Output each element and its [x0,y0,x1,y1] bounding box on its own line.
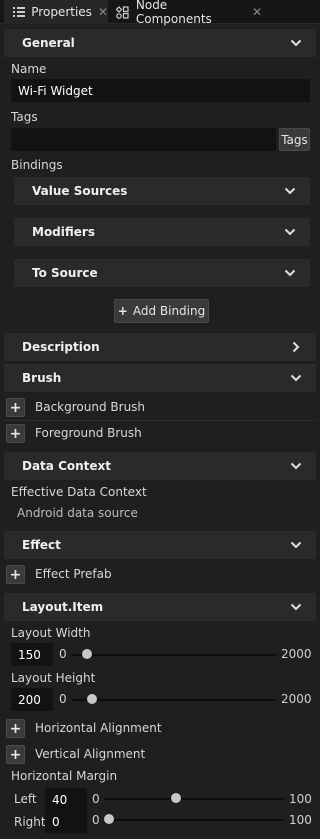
section-effect-header[interactable]: Effect [4,531,316,559]
add-binding-label: Add Binding [132,304,206,318]
slider-max: 2000 [281,647,312,661]
tab-bar: Properties ✕ Node Components ✕ [0,0,320,26]
slider-min: 0 [92,813,100,827]
modifiers-header[interactable]: Modifiers [14,218,310,246]
chevron-down-icon [284,269,296,277]
horizontal-alignment-label: Horizontal Alignment [35,721,162,735]
margin-left-label: Left [14,792,37,806]
chevron-down-icon [284,228,296,236]
tags-field[interactable] [11,128,276,151]
add-binding-button[interactable]: + Add Binding [114,299,209,323]
tab-properties-label: Properties [31,5,92,19]
layout-width-field[interactable]: 150 [11,643,53,666]
close-icon[interactable]: ✕ [98,5,108,19]
margin-left-slider[interactable] [104,798,284,800]
layout-width-label: Layout Width [11,626,91,640]
section-brush-header[interactable]: Brush [4,364,316,392]
list-icon [12,5,25,19]
layout-height-slider[interactable] [72,699,276,701]
effect-prefab-label: Effect Prefab [35,567,112,581]
name-field[interactable]: Wi-Fi Widget [11,79,310,102]
layout-height-label: Layout Height [11,671,96,685]
name-label: Name [11,62,47,76]
chevron-down-icon [290,603,302,611]
plus-icon: + [9,425,22,442]
section-data-context-header[interactable]: Data Context [4,452,316,480]
plus-icon: + [9,746,22,763]
tab-properties[interactable]: Properties ✕ [4,0,108,24]
to-source-header[interactable]: To Source [14,259,310,287]
slider-min: 0 [92,792,100,806]
add-vertical-alignment-button[interactable]: + [6,745,25,764]
value-sources-header[interactable]: Value Sources [14,177,310,205]
value-sources-label: Value Sources [32,184,128,198]
slider-max: 100 [289,792,312,806]
slider-min: 0 [59,692,67,706]
section-title: Description [22,340,100,354]
add-foreground-brush-button[interactable]: + [6,424,25,443]
plus-icon: + [9,566,22,583]
divider [4,420,316,421]
slider-min: 0 [59,647,67,661]
add-background-brush-button[interactable]: + [6,398,25,417]
chevron-down-icon [290,374,302,382]
section-description-header[interactable]: Description [4,333,316,361]
section-title: Effect [22,538,61,552]
margin-right-field[interactable]: 0 [45,810,87,833]
margin-left-field[interactable]: 40 [45,788,87,811]
components-icon [116,5,130,19]
section-title: Data Context [22,459,112,473]
slider-max: 2000 [281,692,312,706]
slider-max: 100 [289,813,312,827]
add-effect-prefab-button[interactable]: + [6,565,25,584]
margin-left-slider-knob[interactable] [171,793,181,803]
chevron-down-icon [290,39,302,47]
section-title: Layout.Item [22,600,104,614]
background-brush-label: Background Brush [35,400,146,414]
layout-height-slider-knob[interactable] [87,694,98,704]
section-title: Brush [22,371,62,385]
close-icon[interactable]: ✕ [252,5,262,19]
layout-width-slider[interactable] [72,654,276,656]
vertical-alignment-label: Vertical Alignment [35,747,146,761]
add-horizontal-alignment-button[interactable]: + [6,719,25,738]
margin-right-slider[interactable] [104,819,284,821]
tab-node-components-label: Node Components [135,0,212,26]
layout-width-slider-knob[interactable] [82,649,93,659]
foreground-brush-label: Foreground Brush [35,426,142,440]
section-general-header[interactable]: General [4,29,316,57]
effective-data-context-label: Effective Data Context [11,485,147,499]
to-source-label: To Source [32,266,98,280]
modifiers-label: Modifiers [32,225,95,239]
margin-right-slider-knob[interactable] [104,814,114,824]
plus-icon: + [9,720,22,737]
chevron-down-icon [290,462,302,470]
tags-button[interactable]: Tags [279,128,310,151]
effective-data-context-value: Android data source [17,506,138,520]
chevron-down-icon [290,541,302,549]
tags-label: Tags [11,110,38,124]
plus-icon: + [9,399,22,416]
layout-height-field[interactable]: 200 [11,688,53,711]
tab-node-components[interactable]: Node Components ✕ [112,0,262,26]
section-layout-item-header[interactable]: Layout.Item [4,593,316,621]
chevron-down-icon [284,187,296,195]
horizontal-margin-label: Horizontal Margin [11,769,118,783]
chevron-right-icon [292,341,300,353]
plus-icon: + [117,304,128,318]
section-title: General [22,36,75,50]
bindings-label: Bindings [11,158,63,172]
margin-right-label: Right [14,815,46,829]
